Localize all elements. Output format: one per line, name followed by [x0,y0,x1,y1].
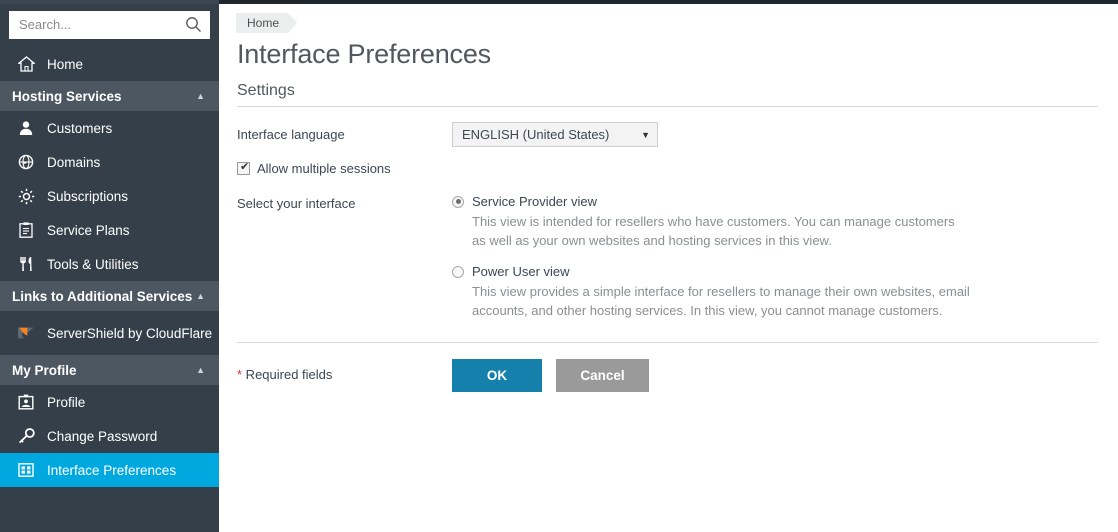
form-footer: * Required fields OK Cancel [237,359,1118,392]
power-user-view-label: Power User view [472,264,570,279]
sidebar-item-label: Domains [47,155,100,170]
app-root: Home Hosting Services ▲ Customers [0,0,1118,532]
radio-row-power-user[interactable]: Power User view [452,264,1118,279]
sidebar-group-hosting-services[interactable]: Hosting Services ▲ [0,81,219,111]
sidebar-item-interface-preferences[interactable]: Interface Preferences [0,453,219,487]
sidebar-item-servershield-cloudflare[interactable]: ServerShield by CloudFlare [0,311,219,355]
page-title: Interface Preferences [237,39,1118,70]
select-interface-options: Service Provider view This view is inten… [452,194,1118,320]
profile-card-icon [14,394,38,410]
search-icon[interactable] [185,16,202,33]
breadcrumb-item-home[interactable]: Home [236,13,288,33]
allow-multiple-sessions-checkbox[interactable]: ✔ [237,162,250,175]
section-divider [237,106,1098,107]
breadcrumb-arrow-icon [288,13,297,33]
sidebar-item-label: Change Password [47,429,157,444]
row-allow-multiple-sessions[interactable]: ✔ Allow multiple sessions [237,161,1118,176]
sidebar-item-home[interactable]: Home [0,47,219,81]
user-icon [14,120,38,136]
sidebar-item-customers[interactable]: Customers [0,111,219,145]
sidebar-item-service-plans[interactable]: Service Plans [0,213,219,247]
search-box[interactable] [9,11,210,39]
breadcrumb: Home [236,13,297,33]
chevron-down-icon[interactable]: ▼ [641,130,650,140]
key-icon [14,428,38,444]
sidebar-group-label: Links to Additional Services [12,289,192,304]
home-icon [14,56,38,72]
chevron-up-icon[interactable]: ▲ [196,92,205,101]
sidebar: Home Hosting Services ▲ Customers [0,0,219,532]
sidebar-item-label: Service Plans [47,223,130,238]
chevron-up-icon[interactable]: ▲ [196,292,205,301]
power-user-view-description: This view provides a simple interface fo… [472,282,972,320]
fork-knife-icon [14,256,38,272]
radio-option-service-provider: Service Provider view This view is inten… [452,194,1118,250]
radio-row-service-provider[interactable]: Service Provider view [452,194,1118,209]
sidebar-item-change-password[interactable]: Change Password [0,419,219,453]
interface-language-select[interactable]: ENGLISH (United States) ▼ [452,122,658,147]
sidebar-item-label: Tools & Utilities [47,257,139,272]
main-content: Home Interface Preferences Settings Inte… [219,4,1118,532]
required-fields-text: Required fields [242,367,332,382]
required-fields-note: * Required fields [237,359,452,382]
sidebar-group-label: Hosting Services [12,89,122,104]
sidebar-item-label: Profile [47,395,85,410]
sidebar-item-label: Home [47,57,83,72]
sidebar-group-label: My Profile [12,363,77,378]
check-icon: ✔ [240,161,249,174]
footer-divider [237,342,1098,343]
section-title: Settings [237,82,1118,100]
row-interface-language: Interface language ENGLISH (United State… [237,122,1118,147]
sidebar-group-my-profile[interactable]: My Profile ▲ [0,355,219,385]
clipboard-icon [14,222,38,238]
sidebar-item-label: Interface Preferences [47,463,176,478]
power-user-view-radio[interactable] [452,266,464,278]
cancel-button[interactable]: Cancel [556,359,649,392]
settings-form: Interface language ENGLISH (United State… [237,122,1118,320]
ok-button[interactable]: OK [452,359,542,392]
sidebar-inner: Home Hosting Services ▲ Customers [0,4,219,532]
gear-icon [14,188,38,205]
sidebar-item-profile[interactable]: Profile [0,385,219,419]
search-input[interactable] [10,13,209,37]
sidebar-item-label: Customers [47,121,112,136]
grid-squares-icon [14,462,38,478]
select-interface-label: Select your interface [237,194,452,211]
sidebar-item-subscriptions[interactable]: Subscriptions [0,179,219,213]
search-container [0,4,219,47]
sidebar-item-label: ServerShield by CloudFlare [47,326,212,341]
interface-language-selected-value: ENGLISH (United States) [462,127,609,142]
chevron-up-icon[interactable]: ▲ [196,366,205,375]
allow-multiple-sessions-label: Allow multiple sessions [257,161,391,176]
interface-language-label: Interface language [237,122,452,142]
sidebar-group-links-additional-services[interactable]: Links to Additional Services ▲ [0,281,219,311]
sidebar-item-domains[interactable]: Domains [0,145,219,179]
interface-language-field: ENGLISH (United States) ▼ [452,122,1118,147]
service-provider-view-radio[interactable] [452,196,464,208]
globe-icon [14,154,38,170]
service-provider-view-description: This view is intended for resellers who … [472,212,972,250]
row-select-your-interface: Select your interface Service Provider v… [237,194,1118,320]
sidebar-item-tools-utilities[interactable]: Tools & Utilities [0,247,219,281]
cloudflare-icon [14,326,38,340]
radio-option-power-user: Power User view This view provides a sim… [452,264,1118,320]
service-provider-view-label: Service Provider view [472,194,597,209]
sidebar-item-label: Subscriptions [47,189,128,204]
